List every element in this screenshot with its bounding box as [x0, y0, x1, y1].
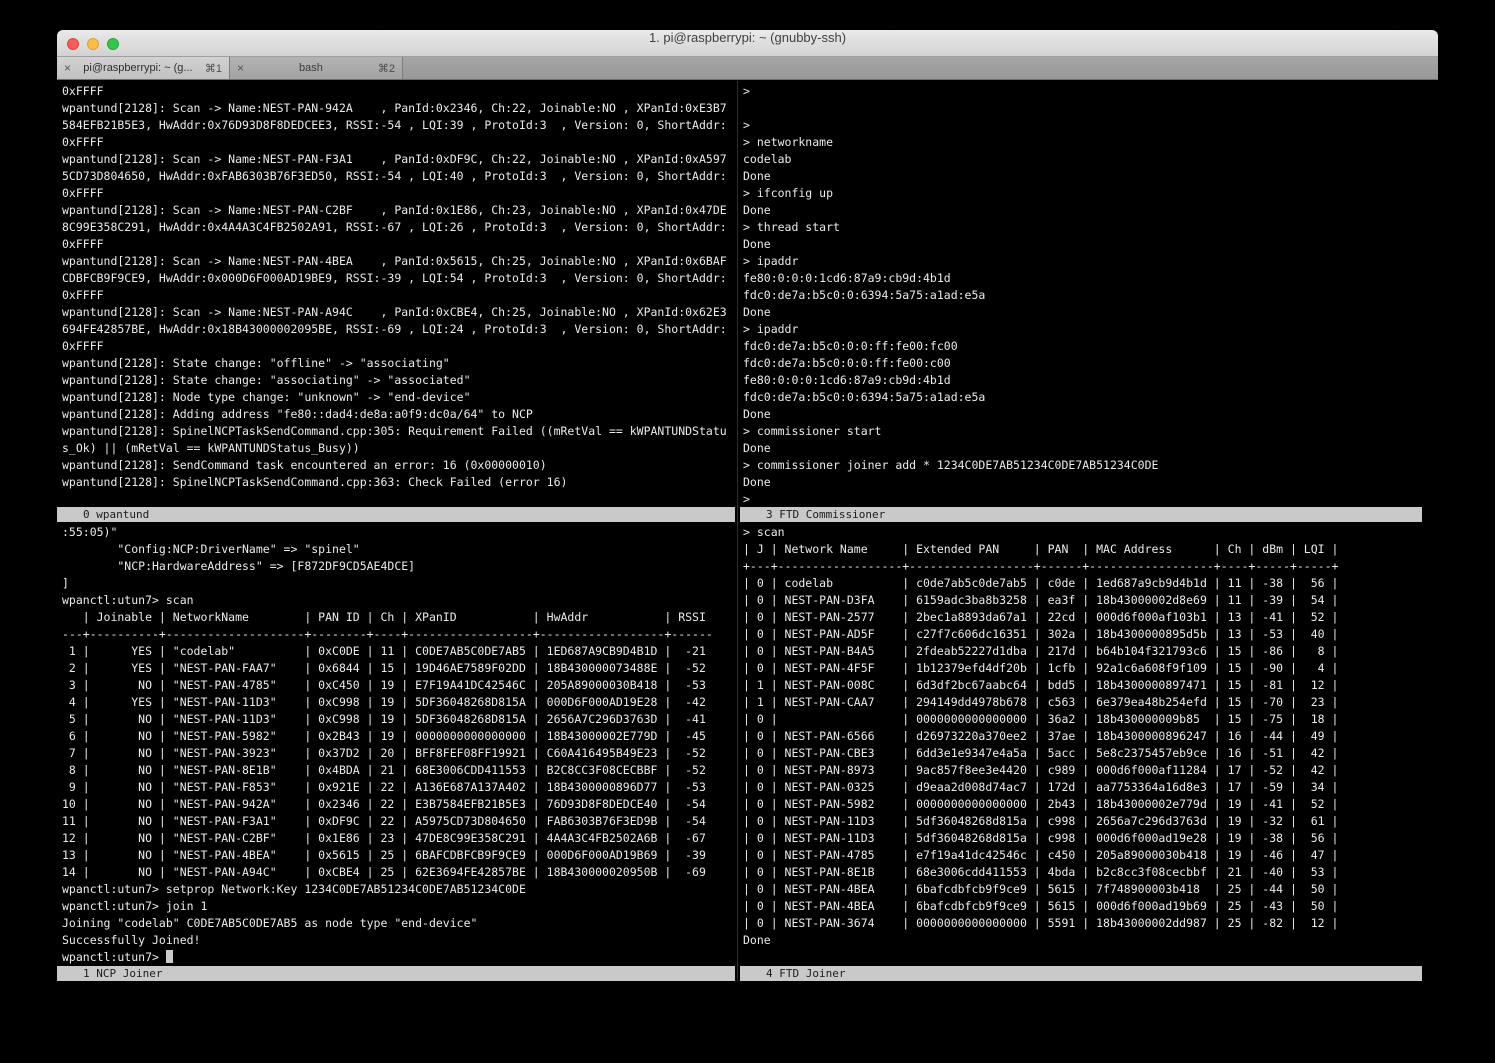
tab-bash[interactable]: × bash ⌘2 [230, 57, 403, 79]
close-button[interactable] [67, 38, 79, 50]
tab-shortcut: ⌘2 [378, 62, 395, 75]
shell-prompt-line: wpanctl:utun7> [62, 949, 735, 966]
tab-bar: × pi@raspberrypi: ~ (g... ⌘1 × bash ⌘2 [57, 57, 1438, 80]
pane-title-wpantund: 0 wpantund [57, 507, 735, 522]
zoom-button[interactable] [107, 38, 119, 50]
ncp-joiner-output: :55:05)" "Config:NCP:DriverName" => "spi… [62, 524, 735, 949]
wpantund-log: 0xFFFF wpantund[2128]: Scan -> Name:NEST… [62, 83, 735, 491]
text-cursor [166, 950, 173, 963]
minimize-button[interactable] [87, 38, 99, 50]
tab-label: pi@raspberrypi: ~ (g... [76, 62, 200, 74]
window-title: 1. pi@raspberrypi: ~ (gnubby-ssh) [57, 30, 1438, 45]
pane-title-ftd-commissioner: 3 FTD Commissioner [740, 507, 1422, 522]
traffic-lights [67, 38, 119, 50]
pane-wpantund[interactable]: 0xFFFF wpantund[2128]: Scan -> Name:NEST… [57, 81, 735, 507]
tab-label: bash [249, 62, 373, 74]
tab-bar-filler [403, 57, 1438, 79]
pane-ncp-joiner[interactable]: :55:05)" "Config:NCP:DriverName" => "spi… [57, 522, 735, 966]
close-tab-icon[interactable]: × [237, 61, 244, 75]
pane-ftd-commissioner[interactable]: > > > networkname codelab Done > ifconfi… [740, 81, 1438, 507]
close-tab-icon[interactable]: × [64, 61, 71, 75]
tab-shortcut: ⌘1 [205, 62, 222, 75]
tab-ssh-session[interactable]: × pi@raspberrypi: ~ (g... ⌘1 [57, 57, 230, 79]
ftd-joiner-output: > scan | J | Network Name | Extended PAN… [743, 524, 1438, 949]
pane-title-ncp-joiner: 1 NCP Joiner [57, 966, 735, 981]
pane-title-ftd-joiner: 4 FTD Joiner [740, 966, 1422, 981]
shell-prompt: wpanctl:utun7> [62, 950, 166, 964]
pane-ftd-joiner[interactable]: > scan | J | Network Name | Extended PAN… [740, 522, 1438, 966]
ftd-commissioner-output: > > > networkname codelab Done > ifconfi… [743, 83, 1438, 507]
terminal-content: 0xFFFF wpantund[2128]: Scan -> Name:NEST… [57, 81, 1438, 1045]
titlebar[interactable]: 1. pi@raspberrypi: ~ (gnubby-ssh) [57, 30, 1438, 57]
terminal-window: 1. pi@raspberrypi: ~ (gnubby-ssh) × pi@r… [57, 30, 1438, 1045]
